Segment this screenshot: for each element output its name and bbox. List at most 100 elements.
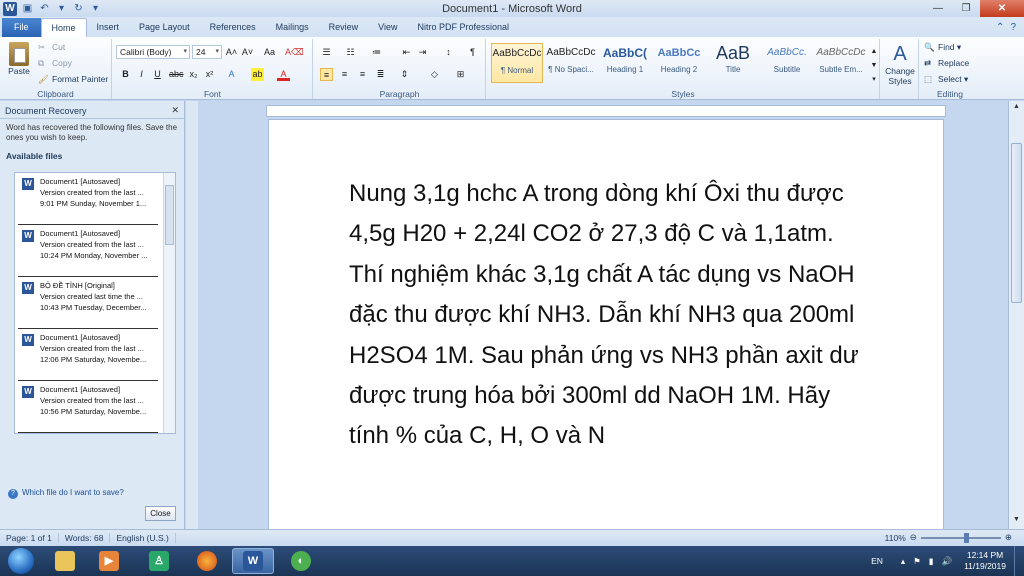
format-painter-button[interactable]: 🖌 Format Painter (38, 74, 108, 85)
justify-icon[interactable]: ≣ (374, 68, 387, 81)
font-size-dropdown[interactable]: 24 ▾ (192, 45, 222, 59)
zoom-in-icon[interactable]: ⊕ (1005, 532, 1012, 543)
paste-button[interactable]: Paste (6, 42, 32, 76)
shrink-font-icon[interactable]: A˅ (241, 46, 254, 59)
styles-more-icon[interactable]: ▾ (869, 73, 879, 86)
grow-font-icon[interactable]: A˄ (225, 46, 238, 59)
document-page[interactable]: Nung 3,1g hchc A trong dòng khí Ôxi thu … (268, 119, 944, 529)
tab-page-layout[interactable]: Page Layout (129, 18, 200, 37)
redo-icon[interactable]: ↻ (72, 2, 85, 15)
font-name-dropdown[interactable]: Calibri (Body) ▾ (116, 45, 190, 59)
style-normal[interactable]: AaBbCcDc ¶ Normal (491, 43, 543, 83)
list-item[interactable]: W Document1 [Autosaved] Version created … (18, 381, 158, 433)
zoom-level[interactable]: 110% (885, 533, 906, 543)
sort-icon[interactable]: ↕ (442, 46, 455, 59)
underline-icon[interactable]: U (151, 68, 164, 81)
highlight-icon[interactable]: ab (251, 68, 264, 81)
zoom-slider[interactable] (920, 532, 1001, 543)
list-item[interactable]: W Document1 [Autosaved] Version created … (18, 329, 158, 381)
style-title[interactable]: AaB Title (707, 43, 759, 83)
tab-home[interactable]: Home (40, 18, 87, 37)
close-window-button[interactable]: ✕ (980, 0, 1024, 17)
increase-indent-icon[interactable]: ⇥ (416, 46, 429, 59)
show-desktop-button[interactable] (1014, 546, 1024, 576)
align-right-icon[interactable]: ≡ (356, 68, 369, 81)
media-taskbar-button[interactable]: ▶ (88, 548, 130, 574)
flag-icon[interactable]: ⚑ (909, 556, 925, 567)
select-button[interactable]: ⬚ Select ▾ (924, 74, 968, 85)
tab-review[interactable]: Review (319, 18, 369, 37)
scroll-down-icon[interactable]: ▼ (1011, 516, 1022, 527)
style-no-spacing[interactable]: AaBbCcDc ¶ No Spaci... (545, 43, 597, 83)
tab-mailings[interactable]: Mailings (266, 18, 319, 37)
list-item[interactable]: W Document1 [Autosaved] Version created … (18, 225, 158, 277)
superscript-icon[interactable]: x² (203, 68, 216, 81)
help-icon[interactable]: ? (1010, 22, 1016, 33)
change-styles-button[interactable]: A Change Styles (883, 42, 917, 86)
style-subtle-emphasis[interactable]: AaBbCcDc Subtle Em... (815, 43, 867, 83)
collapse-ribbon-icon[interactable]: ⌃ (996, 22, 1004, 33)
zoom-out-icon[interactable]: ⊖ (910, 532, 917, 543)
line-spacing-icon[interactable]: ⇕ (398, 68, 411, 81)
show-formatting-icon[interactable]: ¶ (466, 46, 479, 59)
scroll-up-icon[interactable]: ▲ (1011, 103, 1022, 114)
document-body-text[interactable]: Nung 3,1g hchc A trong dòng khí Ôxi thu … (349, 174, 869, 457)
style-heading-1[interactable]: AaBbC(Heading 1 (599, 43, 651, 83)
start-button[interactable] (2, 547, 40, 575)
pane-close-icon[interactable]: ✕ (171, 105, 179, 116)
text-effects-icon[interactable]: A (225, 68, 238, 81)
align-center-icon[interactable]: ≡ (338, 68, 351, 81)
language-indicator[interactable]: English (U.S.) (110, 533, 176, 543)
help-link[interactable]: ? Which file do I want to save? (8, 488, 124, 499)
document-scrollbar[interactable]: ▲ ▼ (1008, 101, 1024, 529)
input-language[interactable]: EN (857, 556, 897, 566)
dropdown-icon[interactable]: ▾ (55, 2, 68, 15)
minimize-button[interactable]: — (924, 0, 952, 17)
save-icon[interactable]: ▣ (21, 2, 34, 15)
style-subtitle[interactable]: AaBbCc. Subtitle (761, 43, 813, 83)
numbering-icon[interactable]: ☷ (344, 46, 357, 59)
app-taskbar-button[interactable]: ♙ (138, 548, 180, 574)
shading-icon[interactable]: ◇ (428, 68, 441, 81)
font-color-icon[interactable]: A (277, 68, 290, 81)
cut-button[interactable]: ✂ Cut (38, 42, 65, 53)
subscript-icon[interactable]: x₂ (187, 68, 200, 81)
align-left-icon[interactable]: ≡ (320, 68, 333, 81)
explorer-taskbar-button[interactable] (44, 548, 86, 574)
tray-expand-icon[interactable]: ▴ (897, 556, 909, 567)
copy-button[interactable]: ⧉ Copy (38, 58, 72, 69)
volume-icon[interactable]: 🔊 (937, 556, 956, 567)
list-item[interactable]: W Document1 [Autosaved] Version created … (18, 173, 158, 225)
tab-nitro-pdf[interactable]: Nitro PDF Professional (408, 18, 520, 37)
tab-insert[interactable]: Insert (87, 18, 130, 37)
bold-icon[interactable]: B (119, 68, 132, 81)
word-taskbar-button[interactable]: W (232, 548, 274, 574)
tab-references[interactable]: References (200, 18, 266, 37)
styles-scroll-up-icon[interactable]: ▲ (869, 45, 879, 58)
maximize-button[interactable]: ❐ (952, 0, 980, 17)
word-app-icon[interactable]: W (3, 1, 17, 16)
strikethrough-icon[interactable]: abc (169, 68, 184, 81)
horizontal-ruler[interactable] (266, 105, 946, 117)
page-count[interactable]: Page: 1 of 1 (0, 533, 59, 543)
clock[interactable]: 12:14 PM 11/19/2019 (956, 550, 1014, 572)
clear-formatting-icon[interactable]: A⌫ (285, 46, 304, 59)
chrome-taskbar-button[interactable]: ◐ (280, 548, 322, 574)
borders-icon[interactable]: ⊞ (454, 68, 467, 81)
scroll-thumb[interactable] (1011, 143, 1022, 303)
tab-view[interactable]: View (368, 18, 407, 37)
styles-scroll-down-icon[interactable]: ▼ (869, 59, 879, 72)
zoom-slider-knob[interactable] (963, 532, 969, 543)
network-icon[interactable]: ▮ (925, 556, 938, 567)
change-case-icon[interactable]: Aa (263, 46, 276, 59)
scroll-thumb[interactable] (165, 185, 174, 245)
file-list-scrollbar[interactable] (163, 173, 175, 433)
style-heading-2[interactable]: AaBbCc Heading 2 (653, 43, 705, 83)
bullets-icon[interactable]: ☰ (320, 46, 333, 59)
word-count[interactable]: Words: 68 (59, 533, 111, 543)
italic-icon[interactable]: I (135, 68, 148, 81)
list-item[interactable]: W BỘ ĐỀ TỈNH [Original] Version created … (18, 277, 158, 329)
tab-file[interactable]: File (2, 18, 41, 37)
decrease-indent-icon[interactable]: ⇤ (400, 46, 413, 59)
find-button[interactable]: 🔍 Find ▾ (924, 42, 961, 53)
